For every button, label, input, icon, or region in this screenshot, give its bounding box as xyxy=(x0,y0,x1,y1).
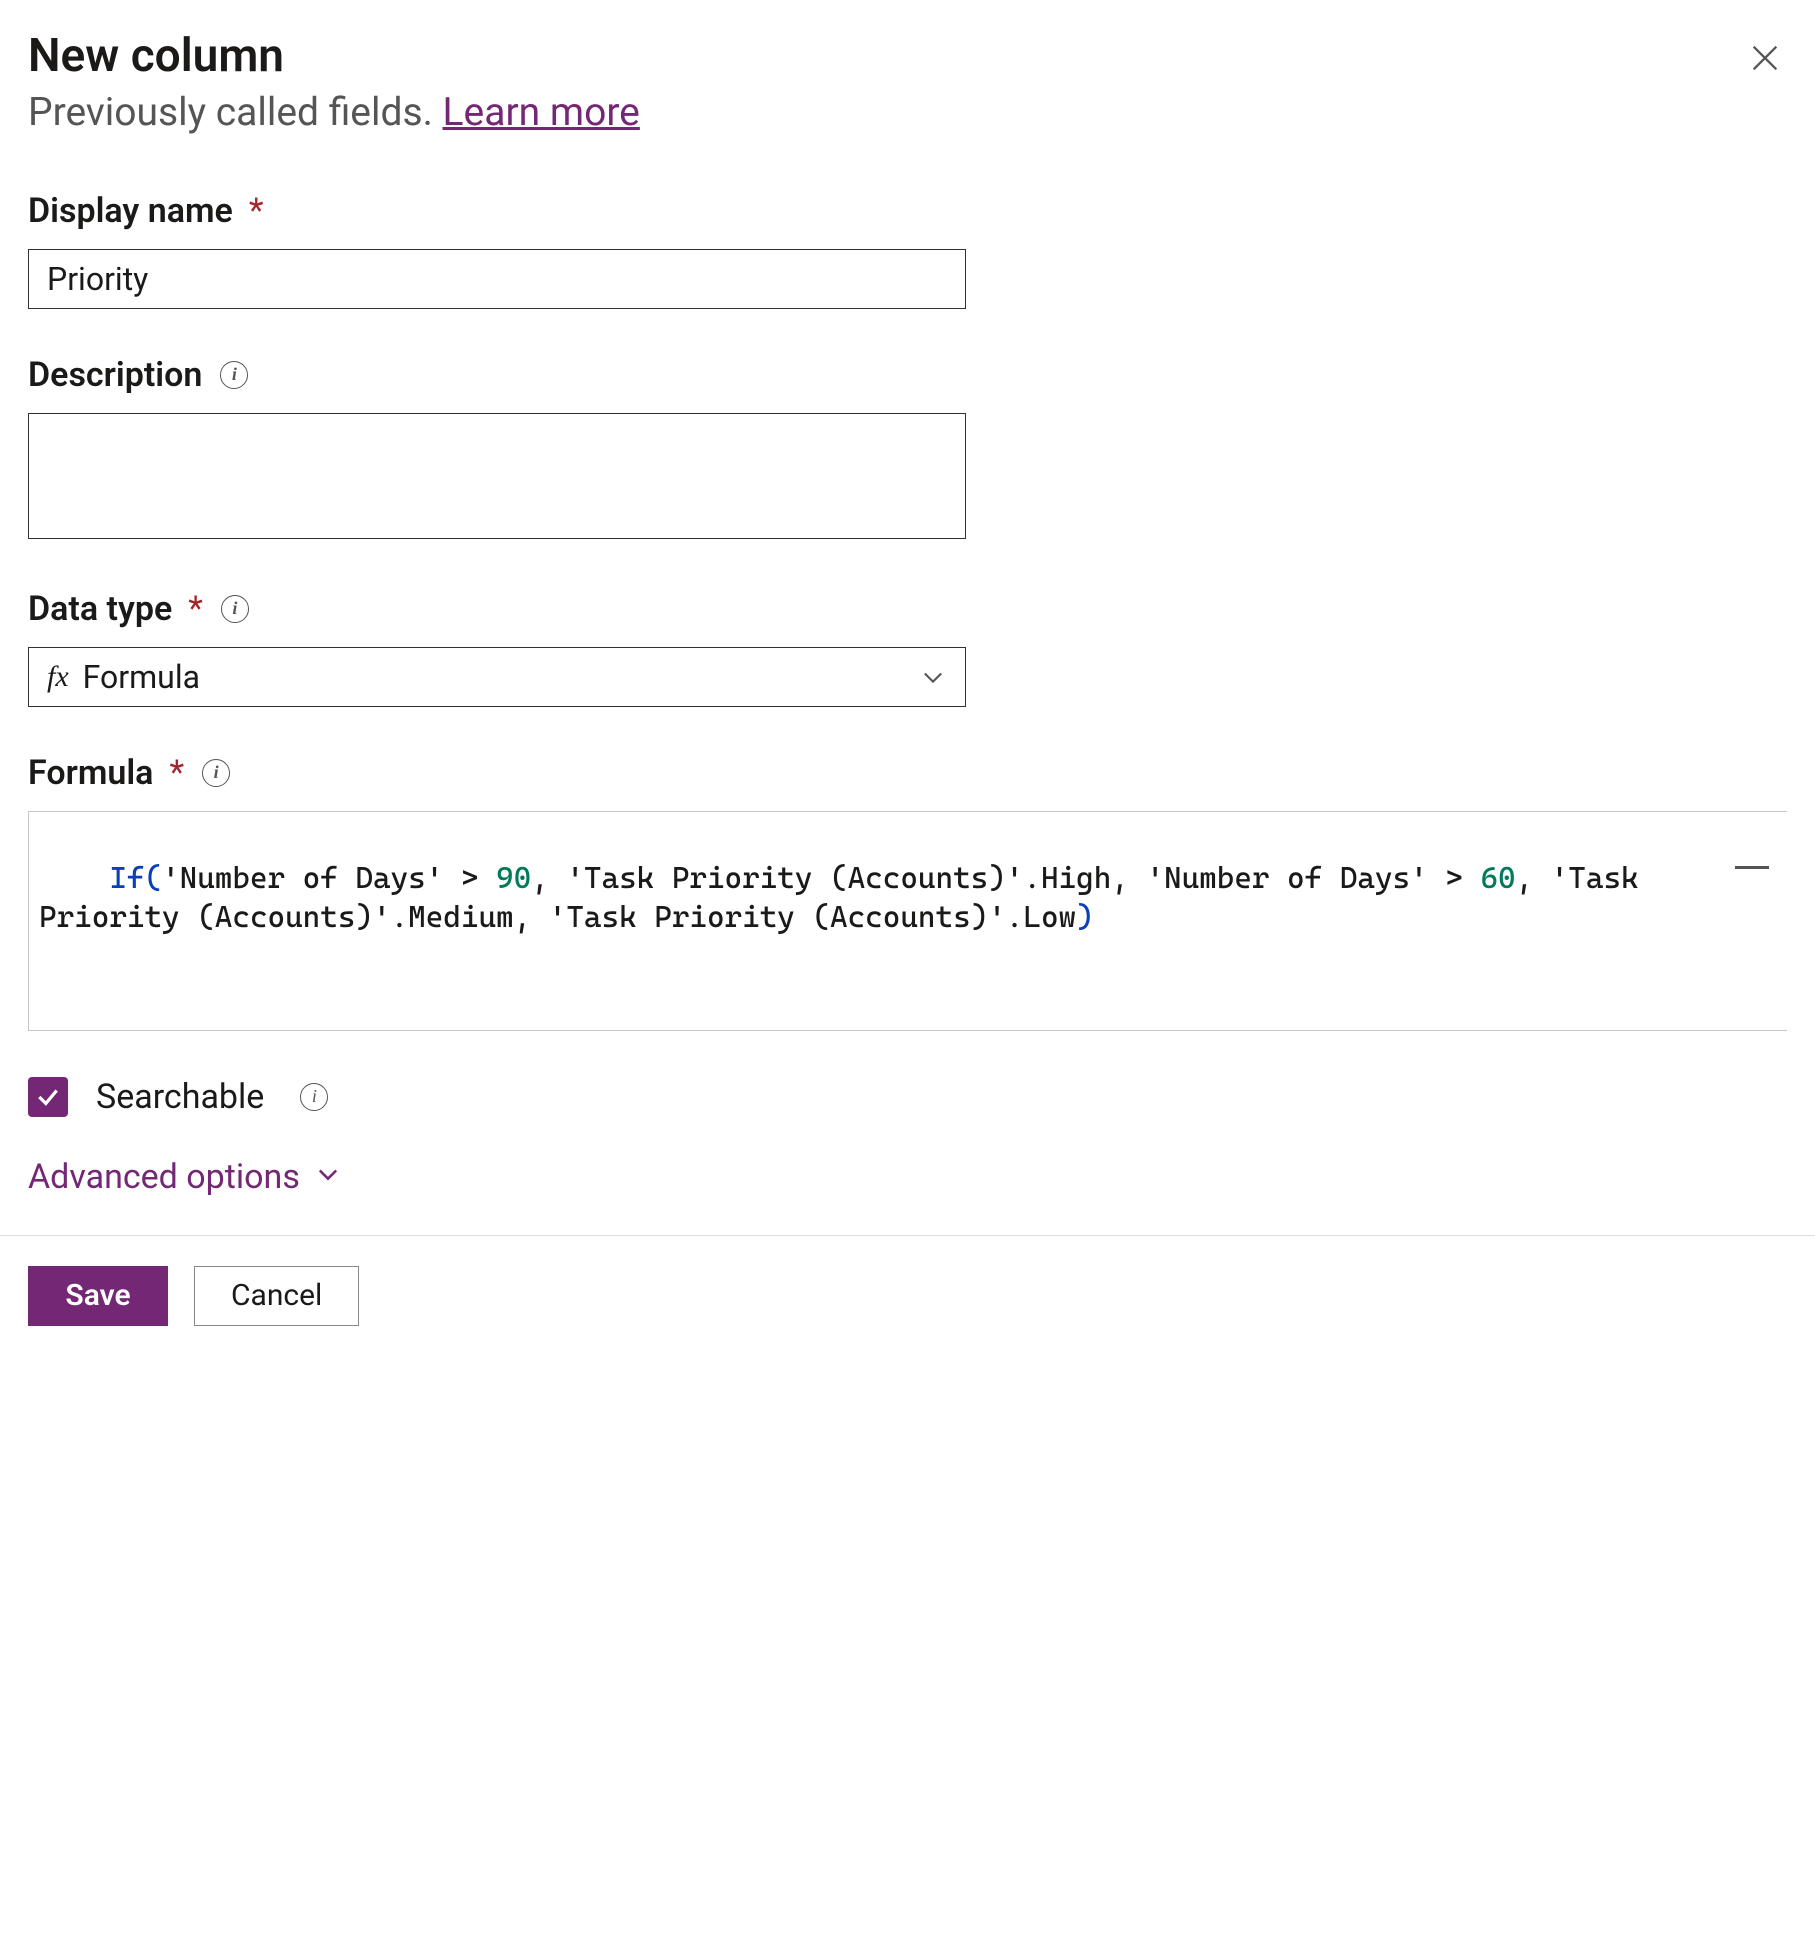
description-label-text: Description xyxy=(28,355,202,395)
close-button[interactable] xyxy=(1743,36,1787,80)
panel-subtitle-text: Previously called fields. xyxy=(28,89,443,135)
display-name-input[interactable] xyxy=(28,249,966,309)
fx-icon: fx xyxy=(47,660,69,694)
searchable-checkbox[interactable] xyxy=(28,1077,68,1117)
formula-token: 'Task Priority (Accounts)' xyxy=(566,861,1023,896)
data-type-label-text: Data type xyxy=(28,589,172,629)
formula-label: Formula * i xyxy=(28,753,1787,793)
formula-token: .Medium xyxy=(391,900,514,935)
formula-token: , xyxy=(531,861,566,896)
formula-editor[interactable]: If('Number of Days' > 90, 'Task Priority… xyxy=(28,811,1787,1031)
required-asterisk: * xyxy=(169,753,184,793)
required-asterisk: * xyxy=(188,589,203,629)
formula-token: If xyxy=(109,861,144,896)
searchable-label: Searchable xyxy=(96,1077,264,1117)
formula-token: .Low xyxy=(1006,900,1076,935)
learn-more-link[interactable]: Learn more xyxy=(443,89,640,135)
panel-subtitle: Previously called fields. Learn more xyxy=(28,89,1787,135)
description-label: Description i xyxy=(28,355,1787,395)
formula-token: ( xyxy=(144,861,162,896)
footer-divider xyxy=(0,1235,1815,1236)
data-type-select[interactable]: fx Formula xyxy=(28,647,966,707)
formula-token: , xyxy=(1111,861,1146,896)
formula-token: > xyxy=(443,861,496,896)
data-type-value: Formula xyxy=(83,658,200,696)
info-icon: i xyxy=(220,361,248,389)
formula-token: 'Task Priority (Accounts)' xyxy=(549,900,1006,935)
info-icon: i xyxy=(300,1083,328,1111)
display-name-label-text: Display name xyxy=(28,191,233,231)
cancel-button[interactable]: Cancel xyxy=(194,1266,359,1326)
advanced-options-toggle[interactable]: Advanced options xyxy=(28,1157,1787,1197)
check-icon xyxy=(35,1084,61,1110)
caret-marker xyxy=(1735,866,1769,869)
formula-token: .High xyxy=(1023,861,1111,896)
formula-token: > xyxy=(1428,861,1481,896)
formula-token: 'Number of Days' xyxy=(1146,861,1427,896)
formula-token: , xyxy=(1516,861,1551,896)
panel-title: New column xyxy=(28,30,1787,83)
chevron-down-icon xyxy=(314,1157,342,1197)
advanced-options-label: Advanced options xyxy=(28,1157,300,1197)
info-icon: i xyxy=(221,595,249,623)
formula-token: 90 xyxy=(496,861,531,896)
data-type-label: Data type * i xyxy=(28,589,1787,629)
description-input[interactable] xyxy=(28,413,966,539)
formula-token: 60 xyxy=(1480,861,1515,896)
formula-label-text: Formula xyxy=(28,753,153,793)
save-button[interactable]: Save xyxy=(28,1266,168,1326)
formula-token: ) xyxy=(1076,900,1094,935)
close-icon xyxy=(1748,41,1782,75)
info-icon: i xyxy=(202,759,230,787)
display-name-label: Display name * xyxy=(28,191,1787,231)
chevron-down-icon xyxy=(919,663,947,691)
required-asterisk: * xyxy=(249,191,264,231)
formula-token: 'Number of Days' xyxy=(162,861,443,896)
formula-token: , xyxy=(514,900,549,935)
